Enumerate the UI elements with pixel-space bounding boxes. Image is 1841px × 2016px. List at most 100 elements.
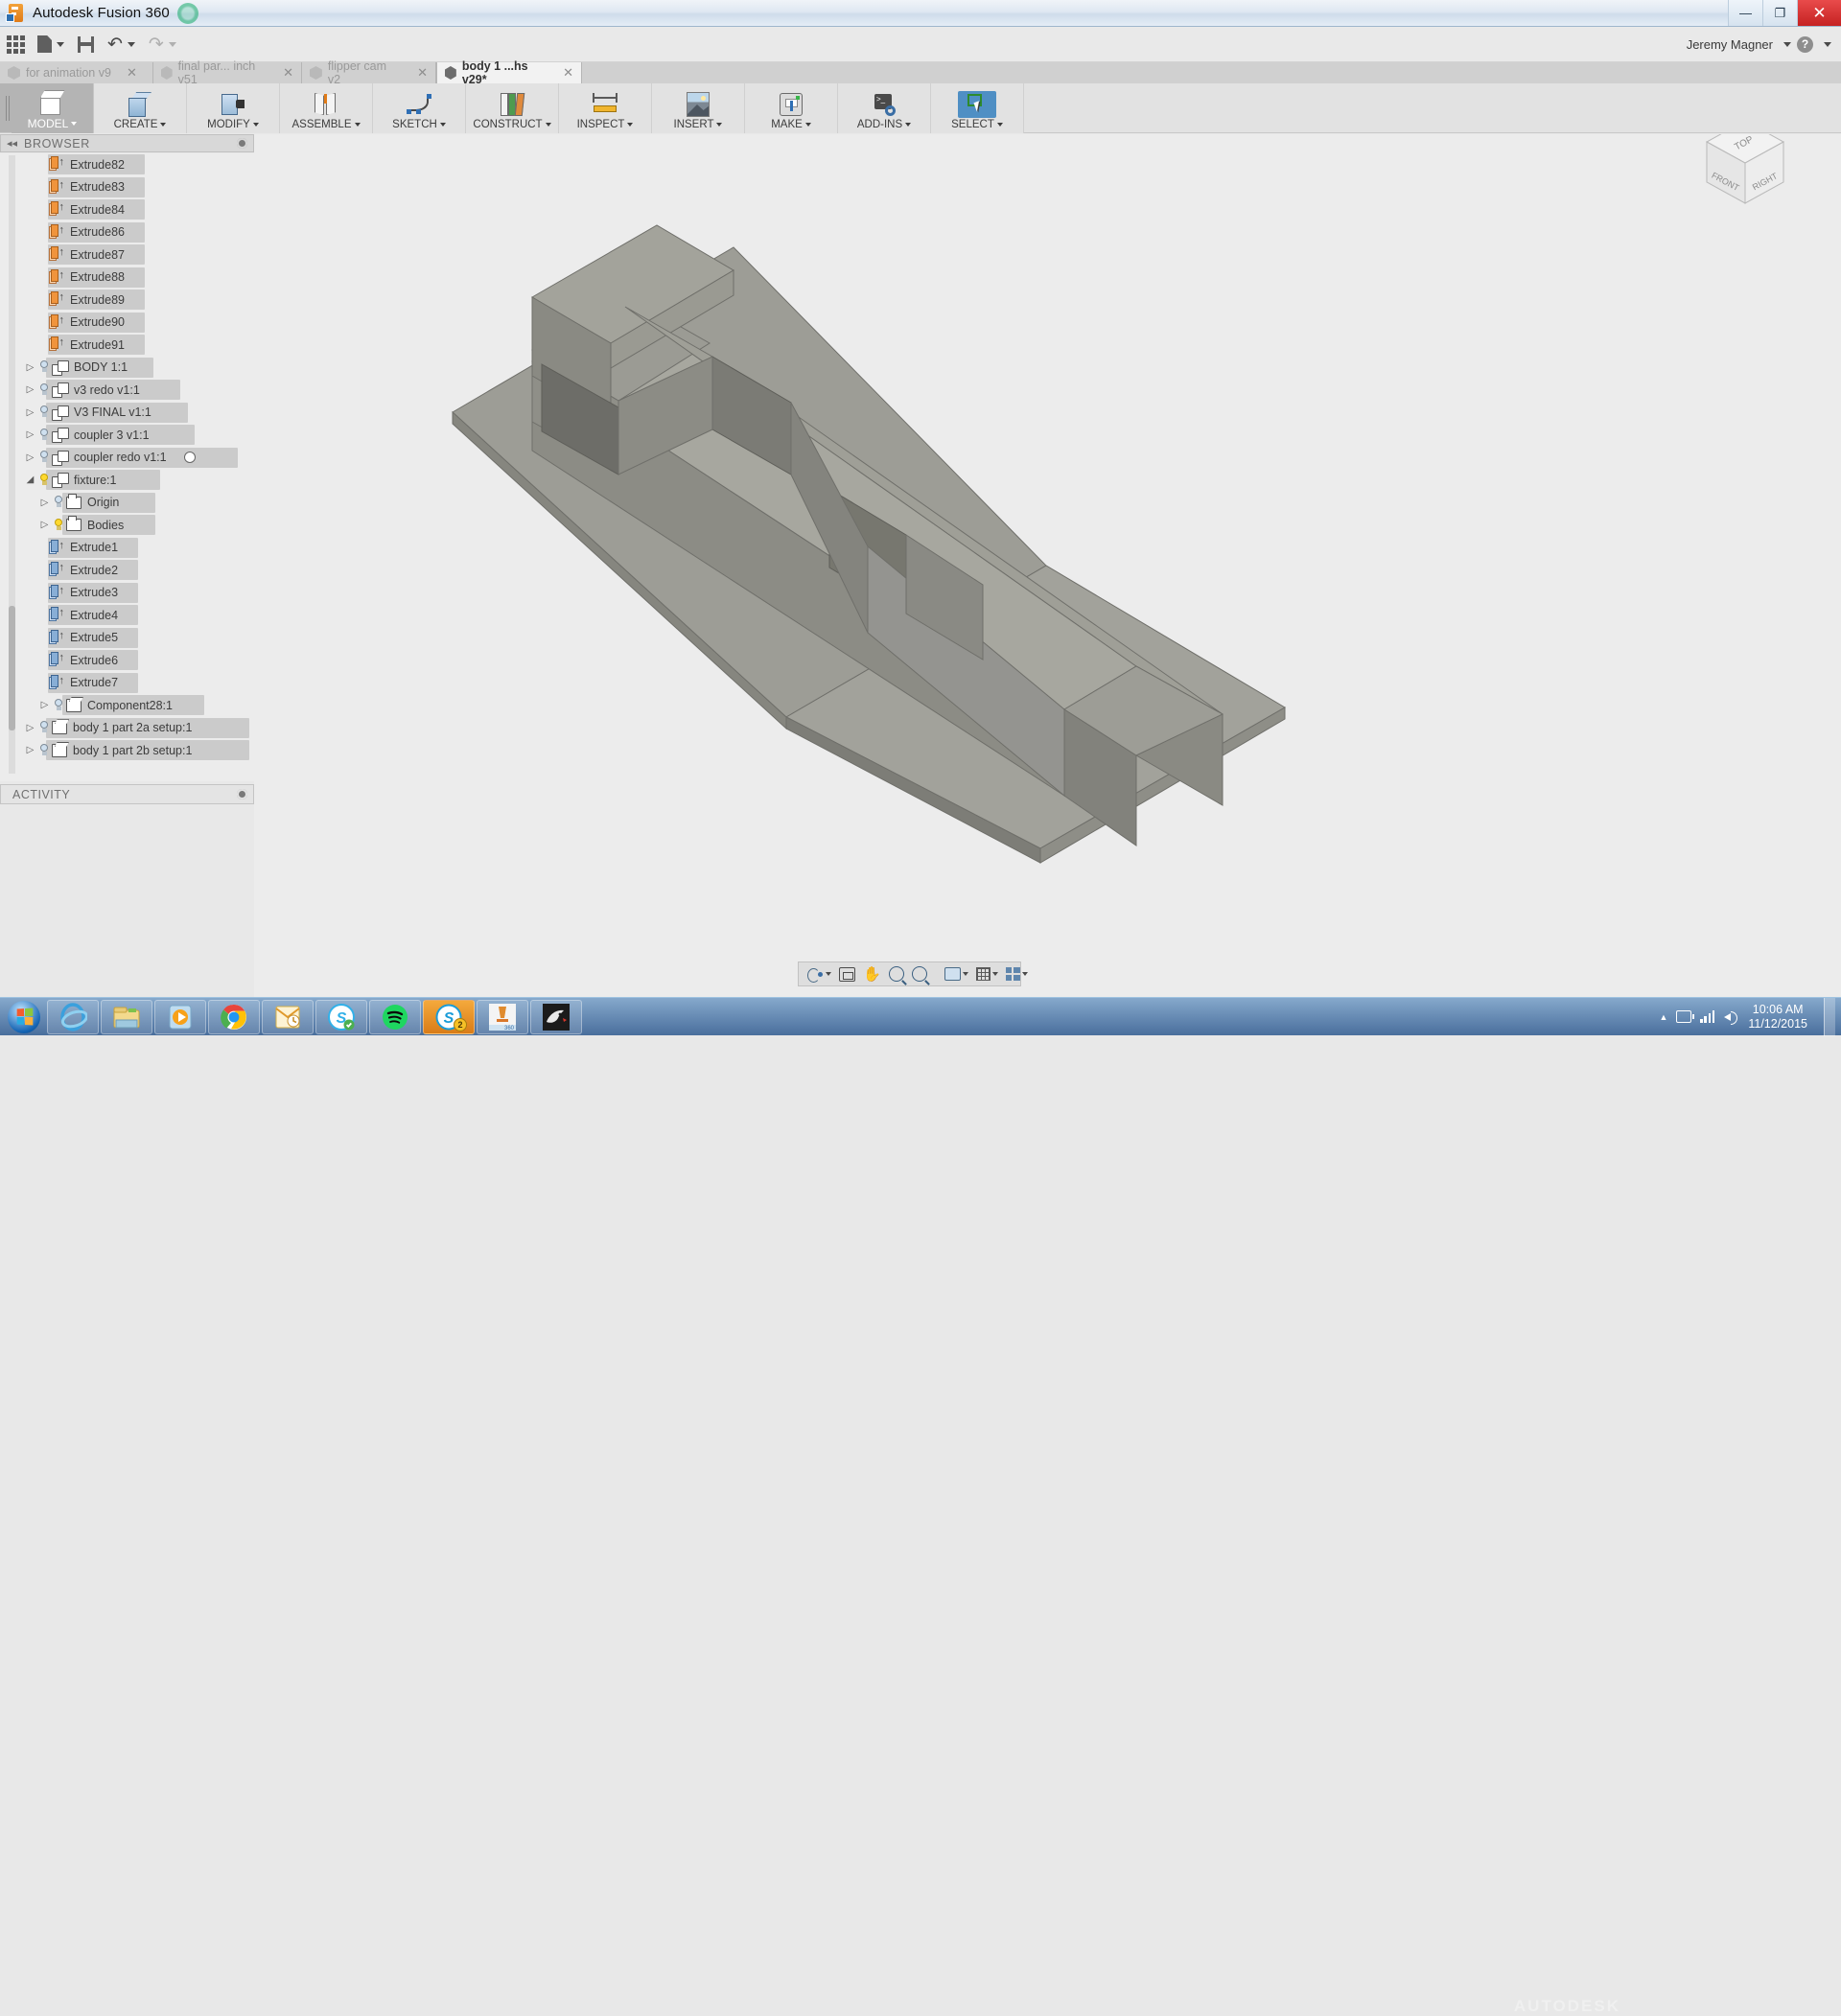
panel-options-icon[interactable] bbox=[237, 789, 247, 799]
taskbar-chrome[interactable] bbox=[208, 999, 260, 1034]
visibility-bulb-icon[interactable] bbox=[36, 359, 52, 375]
close-icon[interactable]: ✕ bbox=[563, 65, 573, 81]
tree-item[interactable]: ↑ Extrude90 bbox=[0, 312, 254, 335]
browser-tree[interactable]: ↑ Extrude82 ↑ Extrude83 ↑ Extrude84 ↑ Extrude86… bbox=[0, 153, 254, 781]
tree-item[interactable]: ↑ Extrude89 bbox=[0, 289, 254, 312]
visibility-bulb-icon[interactable] bbox=[36, 405, 52, 420]
ribbon-tab-sketch[interactable]: SKETCH bbox=[373, 83, 466, 133]
document-tab[interactable]: final par... inch v51 ✕ bbox=[153, 59, 302, 86]
visibility-bulb-icon[interactable] bbox=[51, 518, 66, 533]
undo-button[interactable]: ↶ bbox=[101, 27, 142, 61]
fit-button[interactable] bbox=[909, 963, 930, 985]
taskbar-skype[interactable]: S bbox=[315, 999, 367, 1034]
tree-item[interactable]: ↑ Extrude1 bbox=[0, 537, 254, 560]
ribbon-grip[interactable] bbox=[0, 83, 12, 132]
taskbar-rhino[interactable] bbox=[530, 999, 582, 1034]
close-icon[interactable]: ✕ bbox=[127, 65, 137, 81]
save-button[interactable] bbox=[71, 27, 101, 61]
taskbar-file-explorer[interactable] bbox=[101, 999, 152, 1034]
visibility-bulb-icon[interactable] bbox=[36, 473, 52, 488]
account-name[interactable]: Jeremy Magner bbox=[1687, 37, 1773, 52]
viewports-button[interactable] bbox=[1003, 963, 1031, 985]
windows-start-orb-icon[interactable] bbox=[2, 999, 46, 1035]
tree-expander-icon[interactable]: ◢ bbox=[24, 475, 36, 485]
ribbon-tab-inspect[interactable]: INSPECT bbox=[559, 83, 652, 133]
tree-item[interactable]: ↑ Extrude2 bbox=[0, 559, 254, 582]
chevron-down-icon[interactable] bbox=[1824, 41, 1831, 47]
tree-expander-icon[interactable]: ▷ bbox=[24, 384, 36, 395]
3d-model[interactable] bbox=[254, 134, 1841, 997]
ribbon-tab-modify[interactable]: MODIFY bbox=[187, 83, 280, 133]
visibility-bulb-icon[interactable] bbox=[36, 382, 52, 398]
tree-item[interactable]: ↑ Extrude7 bbox=[0, 672, 254, 695]
panel-options-icon[interactable] bbox=[237, 138, 247, 149]
zoom-button[interactable] bbox=[886, 963, 907, 985]
show-desktop-button[interactable] bbox=[1824, 997, 1835, 1036]
tree-item[interactable]: ↑ Extrude6 bbox=[0, 649, 254, 672]
taskbar-skype-business[interactable]: S2 bbox=[423, 999, 475, 1034]
tree-item[interactable]: ▷ Component28:1 bbox=[0, 694, 254, 717]
tree-item[interactable]: ↑ Extrude3 bbox=[0, 582, 254, 605]
tree-expander-icon[interactable]: ▷ bbox=[24, 407, 36, 418]
tree-item[interactable]: ↑ Extrude82 bbox=[0, 153, 254, 176]
tree-expander-icon[interactable]: ▷ bbox=[24, 745, 36, 755]
ribbon-tab-create[interactable]: CREATE bbox=[94, 83, 187, 133]
tree-item[interactable]: ▷ Origin bbox=[0, 492, 254, 515]
tree-expander-icon[interactable]: ▷ bbox=[24, 452, 36, 463]
wifi-signal-icon[interactable] bbox=[1700, 1010, 1715, 1023]
viewport-canvas[interactable]: TOP FRONT RIGHT bbox=[254, 134, 1841, 997]
tree-item[interactable]: ▷ coupler 3 v1:1 bbox=[0, 424, 254, 447]
ribbon-tab-insert[interactable]: INSERT bbox=[652, 83, 745, 133]
tree-item[interactable]: ↑ Extrude5 bbox=[0, 627, 254, 650]
tree-expander-icon[interactable]: ▷ bbox=[24, 362, 36, 373]
tree-item[interactable]: ↑ Extrude88 bbox=[0, 266, 254, 290]
tree-item[interactable]: ▷ body 1 part 2b setup:1 bbox=[0, 739, 254, 762]
pan-button[interactable]: ✋ bbox=[860, 963, 884, 985]
tree-item[interactable]: ↑ Extrude87 bbox=[0, 243, 254, 266]
chevron-down-icon[interactable] bbox=[1783, 41, 1791, 47]
visibility-bulb-icon[interactable] bbox=[36, 743, 52, 758]
chevron-up-icon[interactable]: ▲ bbox=[1659, 1012, 1667, 1022]
speaker-icon[interactable] bbox=[1724, 1010, 1739, 1025]
ribbon-tab-add-ins[interactable]: >_ ADD-INS bbox=[838, 83, 931, 133]
battery-icon[interactable] bbox=[1676, 1010, 1695, 1023]
tree-item[interactable]: ▷ coupler redo v1:1 bbox=[0, 447, 254, 470]
clock[interactable]: 10:06 AM 11/12/2015 bbox=[1748, 1003, 1815, 1031]
tree-item[interactable]: ▷ BODY 1:1 bbox=[0, 357, 254, 380]
tree-expander-icon[interactable]: ▷ bbox=[24, 429, 36, 440]
document-tab[interactable]: body 1 ...hs v29* ✕ bbox=[436, 59, 582, 86]
look-at-button[interactable] bbox=[836, 963, 858, 985]
viewcube[interactable]: TOP FRONT RIGHT bbox=[1688, 134, 1803, 219]
tree-item[interactable]: ▷ Bodies bbox=[0, 514, 254, 537]
tree-item[interactable]: ↑ Extrude4 bbox=[0, 604, 254, 627]
document-tab[interactable]: flipper cam v2 ✕ bbox=[302, 59, 436, 86]
tree-item[interactable]: ◢ fixture:1 bbox=[0, 469, 254, 492]
visibility-bulb-icon[interactable] bbox=[36, 428, 52, 443]
ribbon-tab-make[interactable]: MAKE bbox=[745, 83, 838, 133]
new-document-button[interactable] bbox=[31, 27, 71, 61]
app-grid-button[interactable] bbox=[0, 27, 31, 61]
taskbar-outlook[interactable] bbox=[262, 999, 314, 1034]
taskbar-fusion360[interactable]: 360 bbox=[477, 999, 528, 1034]
document-tab[interactable]: for animation v9 ✕ bbox=[0, 62, 153, 83]
tree-expander-icon[interactable]: ▷ bbox=[24, 723, 36, 733]
tree-expander-icon[interactable]: ▷ bbox=[38, 498, 51, 508]
taskbar-spotify[interactable] bbox=[369, 999, 421, 1034]
tree-item[interactable]: ↑ Extrude91 bbox=[0, 334, 254, 357]
tree-expander-icon[interactable]: ▷ bbox=[38, 520, 51, 530]
tree-expander-icon[interactable]: ▷ bbox=[38, 700, 51, 710]
grid-snaps-button[interactable] bbox=[973, 963, 1001, 985]
tree-item[interactable]: ↑ Extrude84 bbox=[0, 198, 254, 221]
collapse-left-icon[interactable]: ◂◂ bbox=[7, 137, 17, 150]
ribbon-tab-assemble[interactable]: ASSEMBLE bbox=[280, 83, 373, 133]
ribbon-tab-select[interactable]: SELECT bbox=[931, 83, 1024, 133]
tree-item[interactable]: ↑ Extrude83 bbox=[0, 176, 254, 199]
close-icon[interactable]: ✕ bbox=[417, 65, 428, 81]
tree-item[interactable]: ▷ v3 redo v1:1 bbox=[0, 379, 254, 402]
minimize-button[interactable]: — bbox=[1728, 0, 1762, 26]
visibility-bulb-icon[interactable] bbox=[51, 698, 66, 713]
taskbar-internet-explorer[interactable] bbox=[47, 999, 99, 1034]
tree-item[interactable]: ▷ body 1 part 2a setup:1 bbox=[0, 717, 254, 740]
taskbar-media-player[interactable] bbox=[154, 999, 206, 1034]
workspace-selector-model[interactable]: MODEL bbox=[12, 83, 94, 133]
